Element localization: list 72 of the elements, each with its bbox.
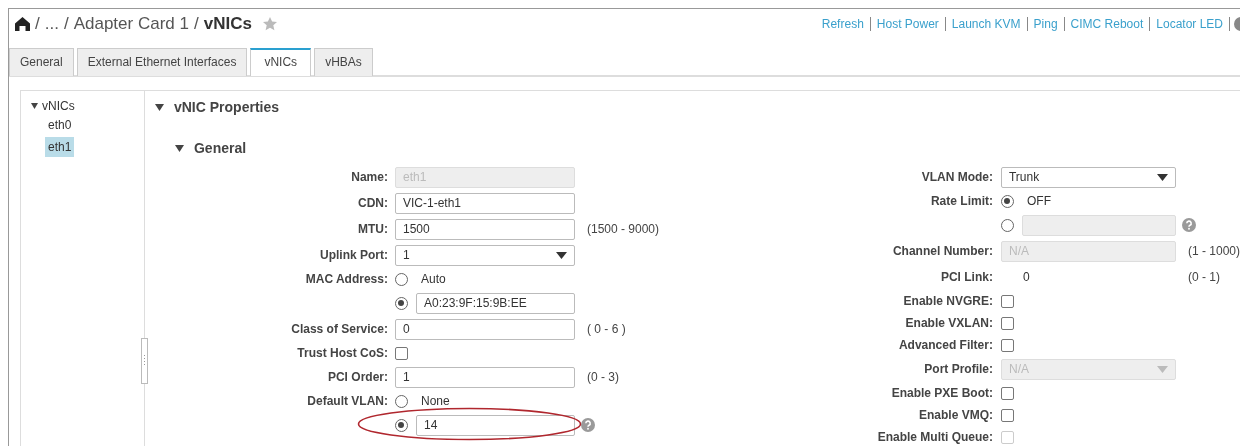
radio-button[interactable]: [394, 394, 408, 408]
checkbox[interactable]: [1000, 338, 1014, 352]
text-field[interactable]: 0: [394, 318, 575, 340]
text-field[interactable]: VIC-1-eth1: [394, 192, 575, 214]
field-label: Channel Number:: [891, 243, 994, 260]
text-field[interactable]: 1: [394, 366, 575, 388]
tab[interactable]: vHBAs: [314, 48, 373, 76]
text-field[interactable]: A0:23:9F:15:9B:EE: [415, 292, 575, 314]
radio-button[interactable]: [394, 296, 408, 310]
star-icon[interactable]: [262, 17, 277, 31]
resize-handle[interactable]: [140, 338, 148, 384]
field-label: Rate Limit:: [929, 193, 994, 210]
field-value: 0: [1022, 270, 1030, 284]
tree-item[interactable]: eth1: [45, 137, 75, 157]
home-icon[interactable]: [15, 17, 30, 31]
checkbox[interactable]: [394, 346, 408, 360]
checkbox[interactable]: [1000, 294, 1014, 308]
caret-icon[interactable]: [31, 103, 38, 109]
field-label: Enable PXE Boot:: [890, 385, 994, 402]
help-icon[interactable]: [580, 418, 595, 432]
caret-icon[interactable]: [1156, 173, 1168, 181]
range-hint: (1500 - 9000): [586, 222, 659, 236]
collapse-icon[interactable]: [174, 144, 184, 152]
field-label: VLAN Mode:: [920, 169, 994, 186]
option-label: Auto: [420, 272, 446, 286]
field-label: Advanced Filter:: [897, 337, 994, 354]
field-label: Enable VMQ:: [917, 407, 994, 424]
field-label: Class of Service:: [290, 321, 389, 338]
field-label: Trust Host CoS:: [296, 345, 389, 362]
option-label: None: [420, 394, 450, 408]
field-label: Enable NVGRE:: [902, 293, 994, 310]
radio-button[interactable]: [394, 418, 408, 432]
breadcrumb-separator: /: [35, 14, 40, 34]
caret-icon[interactable]: [555, 251, 567, 259]
tab[interactable]: External Ethernet Interfaces: [76, 48, 248, 76]
range-hint: (0 - 3): [586, 370, 619, 384]
field-label: CDN:: [356, 195, 389, 212]
radio-button[interactable]: [1000, 194, 1014, 208]
field-label: Uplink Port:: [318, 247, 389, 264]
breadcrumb-item[interactable]: ...: [44, 14, 59, 34]
breadcrumb-item[interactable]: Adapter Card 1: [73, 14, 189, 34]
field-label: PCI Link:: [939, 269, 994, 286]
field-label: Enable VXLAN:: [904, 315, 994, 332]
breadcrumb-separator: /: [193, 14, 199, 34]
collapse-icon[interactable]: [154, 103, 164, 111]
field-label: Default VLAN:: [306, 393, 389, 410]
checkbox[interactable]: [1000, 386, 1014, 400]
text-field[interactable]: 1500: [394, 218, 575, 240]
section-title: vNIC Properties: [173, 99, 279, 115]
field-label: Enable Multi Queue:: [876, 429, 994, 446]
checkbox[interactable]: [1000, 316, 1014, 330]
dropdown[interactable]: Trunk: [1000, 166, 1176, 188]
tree-node[interactable]: vNICs: [31, 99, 144, 113]
section-title: General: [193, 140, 247, 156]
text-field[interactable]: 14: [415, 414, 575, 436]
breadcrumb-separator: /: [63, 14, 69, 34]
checkbox[interactable]: [1000, 408, 1014, 422]
tree-item[interactable]: eth0: [45, 115, 75, 135]
range-hint: (0 - 1): [1187, 270, 1220, 284]
field-label: Port Profile:: [923, 361, 994, 378]
option-label: OFF: [1026, 194, 1051, 208]
range-hint: (1 - 1000): [1187, 244, 1240, 258]
tab[interactable]: vNICs: [250, 48, 312, 76]
field-label: PCI Order:: [326, 369, 389, 386]
tab[interactable]: General: [9, 48, 74, 76]
field-label: MAC Address:: [304, 271, 389, 288]
radio-button[interactable]: [394, 272, 408, 286]
breadcrumb-current: vNICs: [203, 14, 252, 34]
dropdown[interactable]: 1: [394, 244, 575, 266]
range-hint: ( 0 - 6 ): [586, 322, 626, 336]
field-label: MTU:: [356, 221, 389, 238]
field-label: Name:: [350, 169, 389, 186]
